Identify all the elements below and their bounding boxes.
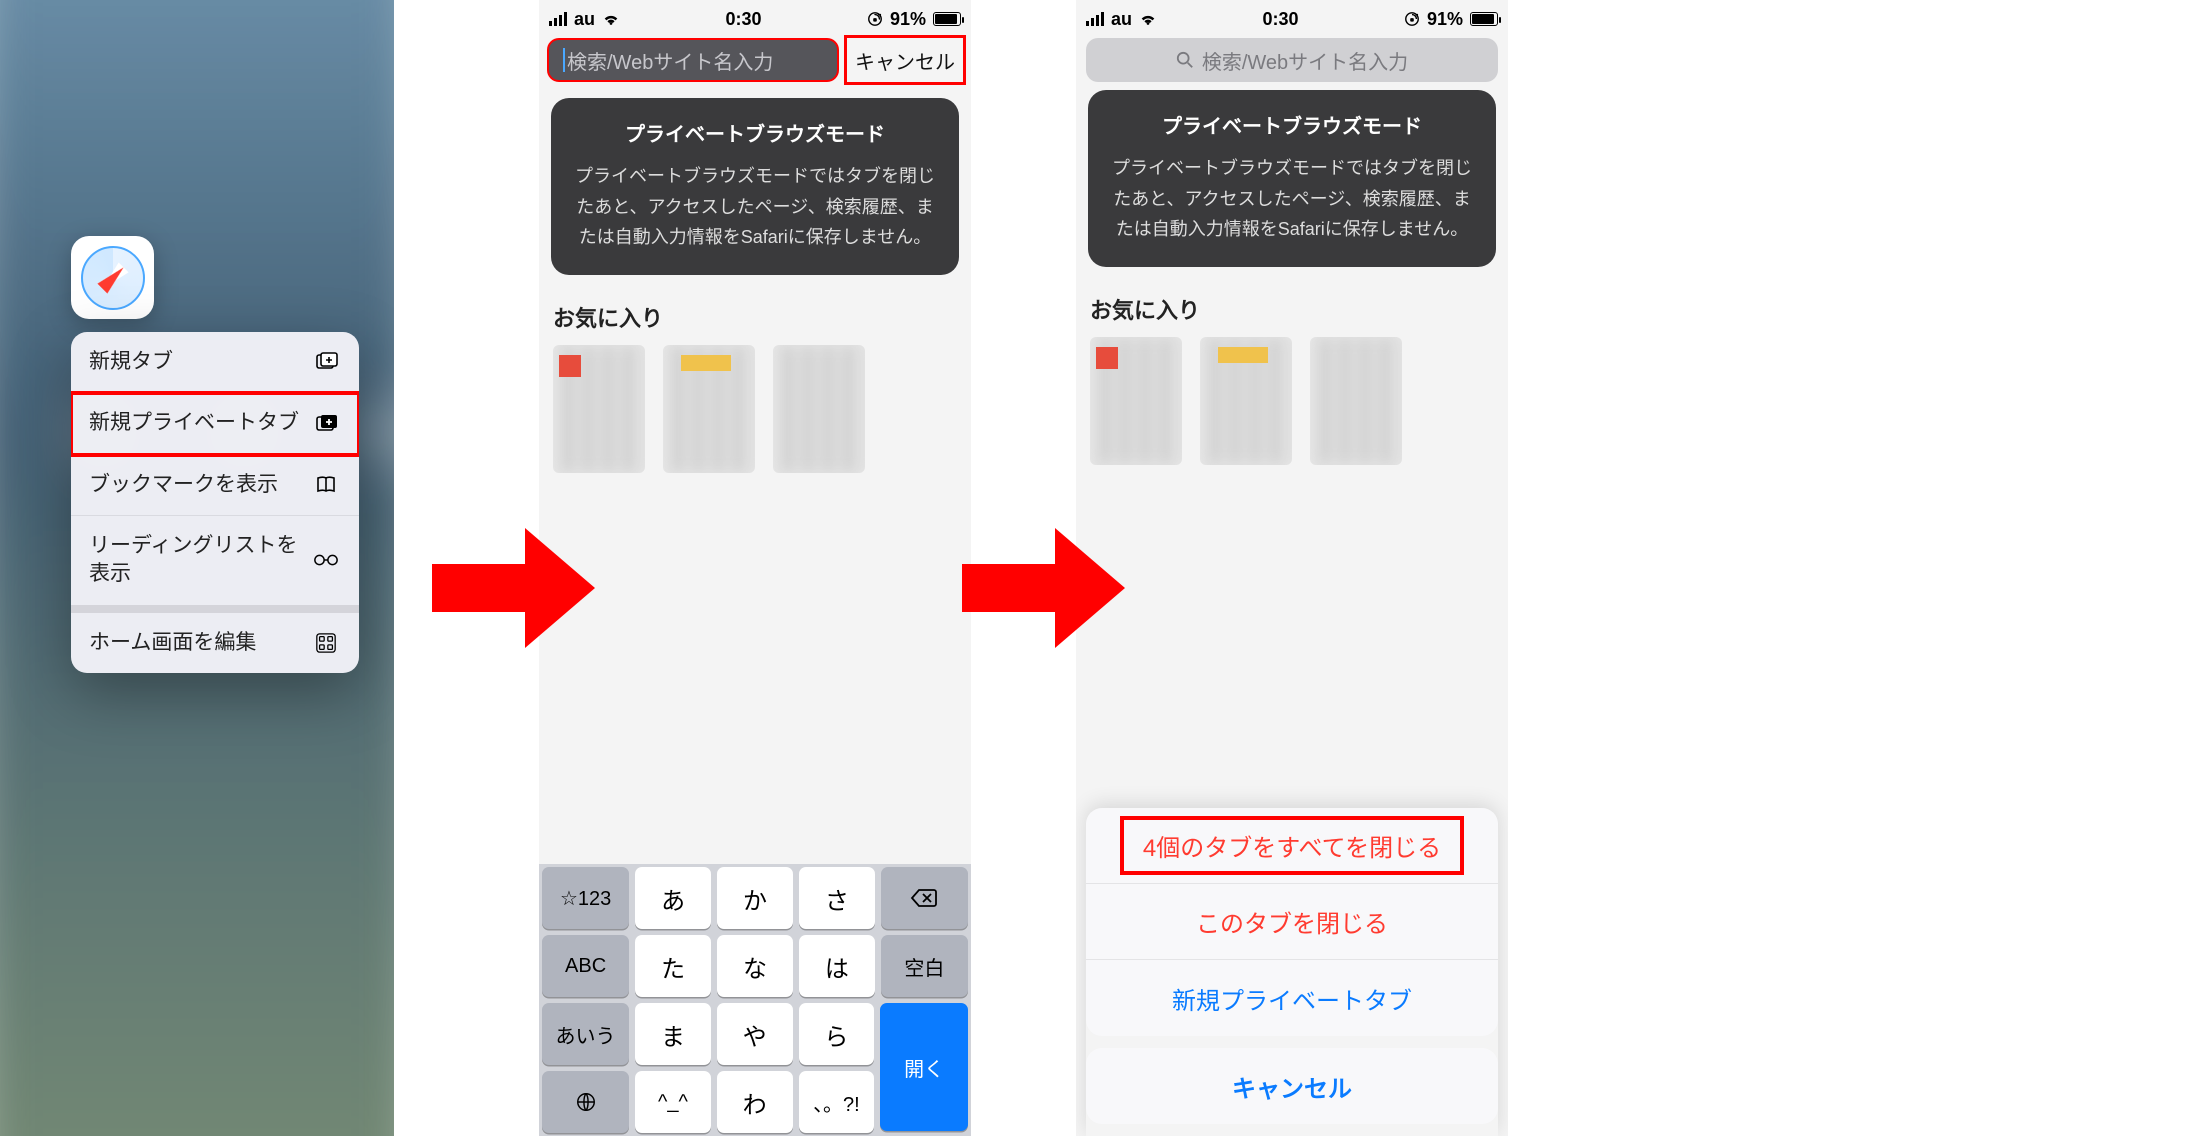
key-na[interactable]: な <box>717 935 793 997</box>
private-browsing-card: プライベートブラウズモード プライベートブラウズモードではタブを閉じたあと、アク… <box>551 98 959 275</box>
key-space[interactable]: 空白 <box>881 935 968 997</box>
safari-app-icon[interactable] <box>71 236 154 319</box>
sheet-cancel[interactable]: キャンセル <box>1086 1048 1498 1124</box>
carrier-label: au <box>1111 9 1132 30</box>
clock: 0:30 <box>620 9 867 30</box>
compass-icon <box>81 246 145 310</box>
tab-new-private-icon <box>313 411 339 437</box>
wifi-icon <box>602 12 620 27</box>
sheet-label: 4個のタブをすべてを閉じる <box>1143 828 1441 863</box>
action-sheet-options: 4個のタブをすべてを閉じる このタブを閉じる 新規プライベートタブ <box>1086 808 1498 1036</box>
action-sheet-cancel-group: キャンセル <box>1086 1048 1498 1124</box>
ctx-new-tab[interactable]: 新規タブ <box>71 332 359 393</box>
favorites-title: お気に入り <box>1090 293 1494 325</box>
clock: 0:30 <box>1157 9 1404 30</box>
key-ha[interactable]: は <box>799 935 875 997</box>
key-ka[interactable]: か <box>717 867 793 929</box>
private-body: プライベートブラウズモードではタブを閉じたあと、アクセスしたページ、検索履歴、ま… <box>1106 153 1478 245</box>
battery-pct: 91% <box>890 9 926 30</box>
key-ma[interactable]: ま <box>635 1003 711 1065</box>
status-bar: au 0:30 91% <box>1076 0 1508 32</box>
private-body: プライベートブラウズモードではタブを閉じたあと、アクセスしたページ、検索履歴、ま… <box>569 161 941 253</box>
home-screen-panel: 新規タブ 新規プライベートタブ <box>0 0 394 1136</box>
ctx-show-bookmarks[interactable]: ブックマークを表示 <box>71 455 359 516</box>
search-bar-area: 検索/Webサイト名入力 キャンセル <box>539 32 971 90</box>
private-browsing-card: プライベートブラウズモード プライベートブラウズモードではタブを閉じたあと、アク… <box>1088 90 1496 267</box>
favorites-row <box>553 345 957 473</box>
action-sheet: 4個のタブをすべてを閉じる このタブを閉じる 新規プライベートタブ キャンセル <box>1086 808 1498 1136</box>
ctx-edit-home-screen[interactable]: ホーム画面を編集 <box>71 613 359 673</box>
ctx-new-private-tab[interactable]: 新規プライベートタブ <box>71 393 359 454</box>
key-a[interactable]: あ <box>635 867 711 929</box>
tab-new-icon <box>313 349 339 375</box>
orientation-lock-icon <box>867 11 883 27</box>
tutorial-image: 新規タブ 新規プライベートタブ <box>0 0 2200 1136</box>
keyboard: ☆123 あ か さ ABC た な は 空白 あいう ま <box>539 864 971 1136</box>
favorite-tile[interactable] <box>1090 337 1182 465</box>
key-backspace[interactable] <box>881 867 968 929</box>
gap <box>1508 0 2200 1136</box>
key-emoticon[interactable]: ^_^ <box>635 1071 711 1133</box>
key-ta[interactable]: た <box>635 935 711 997</box>
sheet-label: このタブを閉じる <box>1196 904 1388 939</box>
favorite-tile[interactable] <box>1310 337 1402 465</box>
glasses-icon <box>313 547 339 573</box>
grid-icon <box>313 630 339 656</box>
search-input[interactable]: 検索/Webサイト名入力 <box>1086 38 1498 82</box>
key-kana[interactable]: あいう <box>542 1003 629 1065</box>
ctx-label: 新規タブ <box>89 348 313 376</box>
signal-icon <box>549 12 567 26</box>
book-icon <box>313 472 339 498</box>
text-cursor <box>563 48 565 72</box>
status-bar: au 0:30 91% <box>539 0 971 32</box>
favorites-section: お気に入り <box>553 301 957 473</box>
ctx-show-reading-list[interactable]: リーディングリストを表示 <box>71 516 359 613</box>
favorites-section: お気に入り <box>1090 293 1494 465</box>
favorite-tile[interactable] <box>1200 337 1292 465</box>
key-abc[interactable]: ABC <box>542 935 629 997</box>
battery-pct: 91% <box>1427 9 1463 30</box>
favorites-title: お気に入り <box>553 301 957 333</box>
carrier-label: au <box>574 9 595 30</box>
favorite-tile[interactable] <box>663 345 755 473</box>
safari-tab-sheet-panel: au 0:30 91% 検索/Webサイト名入力 プライベートブラウズモード <box>1076 0 1508 1136</box>
sheet-label: キャンセル <box>1232 1069 1352 1104</box>
key-wa[interactable]: わ <box>717 1071 793 1133</box>
sheet-label: 新規プライベートタブ <box>1172 981 1412 1016</box>
sheet-new-private-tab[interactable]: 新規プライベートタブ <box>1086 960 1498 1036</box>
search-input[interactable]: 検索/Webサイト名入力 <box>547 38 839 82</box>
private-title: プライベートブラウズモード <box>1106 110 1478 139</box>
key-ra[interactable]: ら <box>799 1003 875 1065</box>
search-placeholder: 検索/Webサイト名入力 <box>567 46 773 75</box>
signal-icon <box>1086 12 1104 26</box>
safari-private-search-panel: au 0:30 91% 検索/Webサイト名入力 キャンセル <box>539 0 971 1136</box>
orientation-lock-icon <box>1404 11 1420 27</box>
flow-arrow-icon <box>432 528 592 648</box>
safari-context-menu: 新規タブ 新規プライベートタブ <box>71 332 359 673</box>
favorite-tile[interactable] <box>773 345 865 473</box>
key-open[interactable]: 開く <box>880 1003 968 1131</box>
key-ya[interactable]: や <box>717 1003 793 1065</box>
private-title: プライベートブラウズモード <box>569 118 941 147</box>
key-punct[interactable]: 、。?! <box>799 1071 875 1133</box>
wifi-icon <box>1139 12 1157 27</box>
key-globe[interactable] <box>542 1071 629 1133</box>
ctx-label: ブックマークを表示 <box>89 471 313 499</box>
flow-arrow-icon <box>962 528 1122 648</box>
cancel-label: キャンセル <box>855 46 955 75</box>
favorite-tile[interactable] <box>553 345 645 473</box>
search-icon <box>1176 51 1194 69</box>
favorites-row <box>1090 337 1494 465</box>
battery-icon <box>933 12 961 26</box>
sheet-close-this-tab[interactable]: このタブを閉じる <box>1086 884 1498 960</box>
key-sa[interactable]: さ <box>799 867 875 929</box>
key-star123[interactable]: ☆123 <box>542 867 629 929</box>
ctx-label: ホーム画面を編集 <box>89 629 313 657</box>
ctx-label: 新規プライベートタブ <box>89 409 313 437</box>
search-placeholder: 検索/Webサイト名入力 <box>1202 46 1408 75</box>
sheet-close-all-tabs[interactable]: 4個のタブをすべてを閉じる <box>1086 808 1498 884</box>
battery-icon <box>1470 12 1498 26</box>
ctx-label: リーディングリストを表示 <box>89 532 313 589</box>
cancel-button[interactable]: キャンセル <box>847 38 963 82</box>
